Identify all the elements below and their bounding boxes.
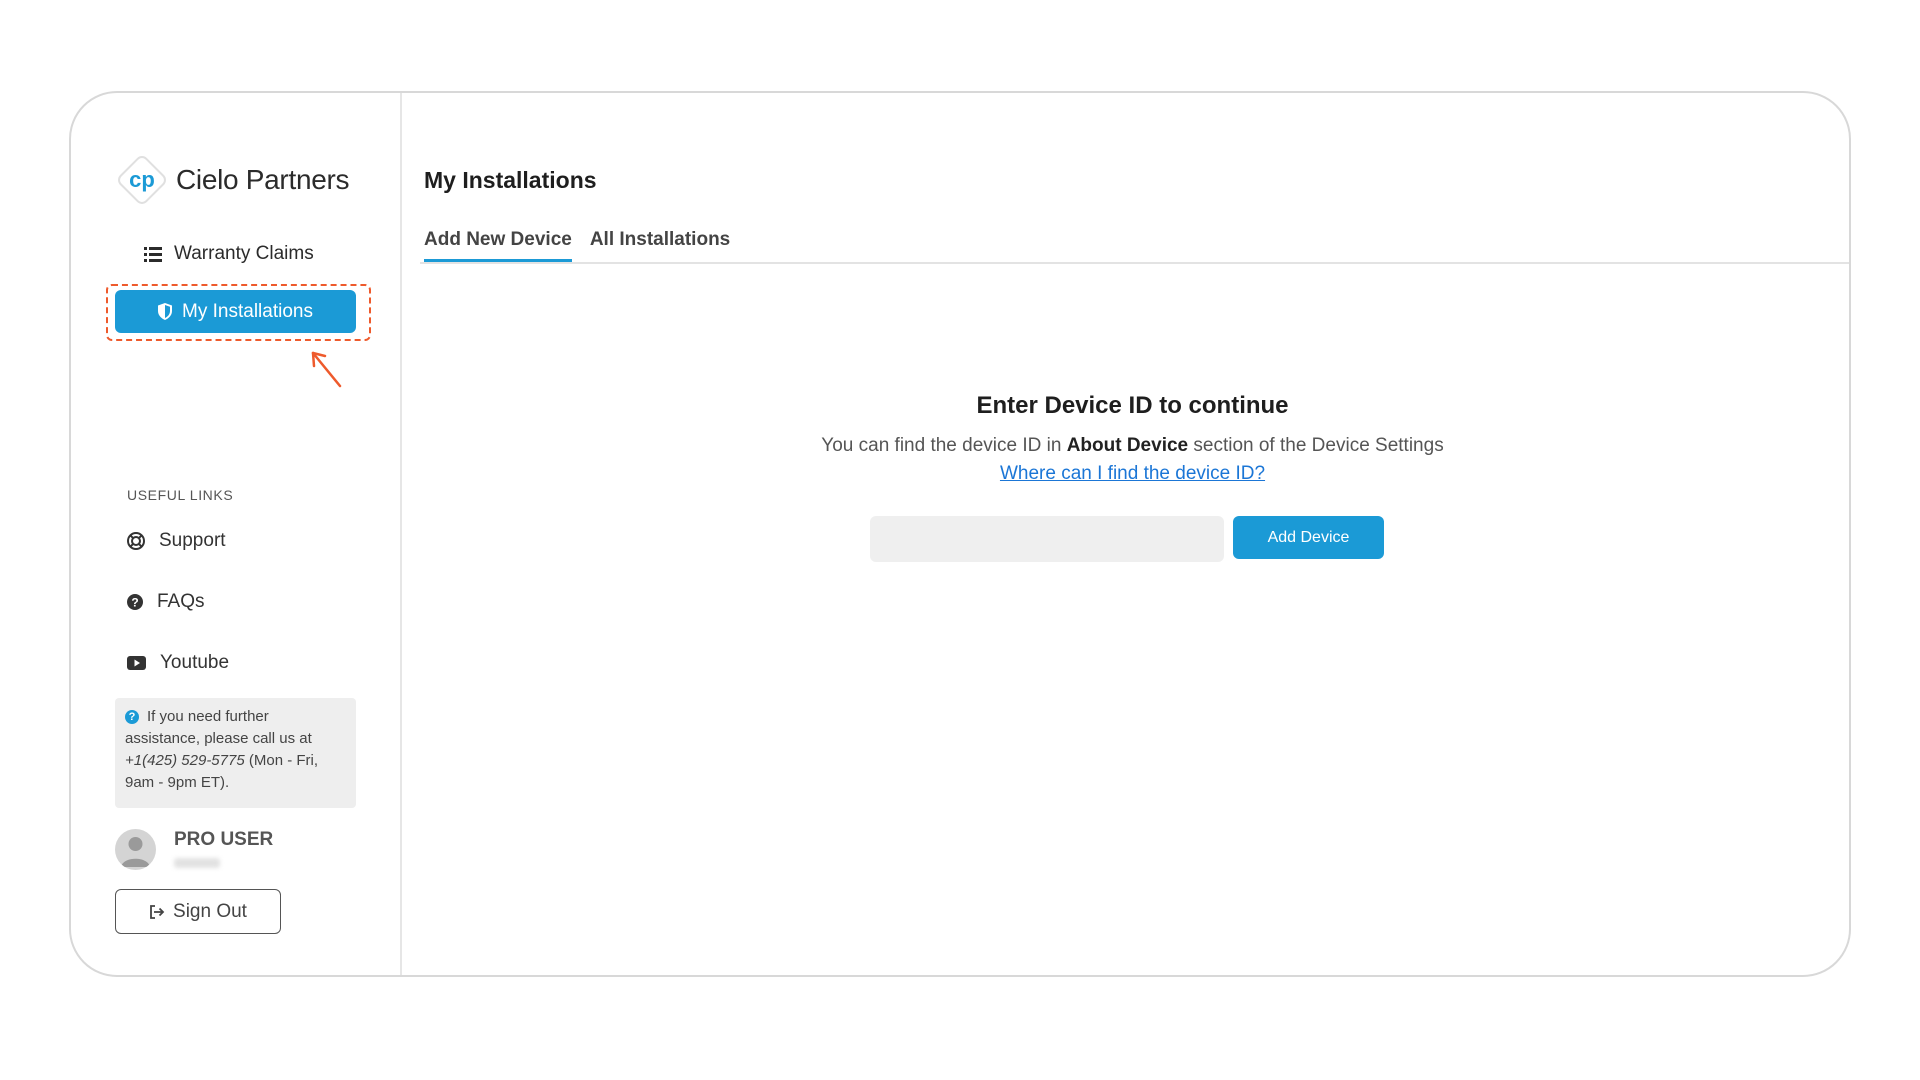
shield-icon: [158, 303, 173, 320]
list-icon: [144, 246, 162, 262]
user-subtitle-redacted: [174, 858, 220, 868]
link-support[interactable]: Support: [127, 530, 226, 552]
link-label: Youtube: [160, 652, 230, 673]
question-circle-icon: ?: [127, 594, 143, 610]
tab-add-new-device[interactable]: Add New Device: [424, 229, 572, 262]
sidebar-item-label: Warranty Claims: [174, 243, 314, 264]
sidebar-item-warranty-claims[interactable]: Warranty Claims: [144, 243, 314, 265]
sidebar-item-label: My Installations: [182, 300, 313, 322]
youtube-icon: [127, 656, 146, 670]
help-link-row: Where can I find the device ID?: [404, 463, 1849, 485]
prompt-description: You can find the device ID in About Devi…: [404, 435, 1849, 457]
sign-out-button[interactable]: Sign Out: [115, 889, 281, 934]
sign-out-label: Sign Out: [173, 900, 247, 922]
device-id-input[interactable]: [870, 516, 1224, 562]
tab-bar: Add New Device All Installations: [424, 229, 730, 262]
tab-all-installations[interactable]: All Installations: [590, 229, 730, 262]
help-text-before: If you need further assistance, please c…: [125, 708, 312, 747]
main-content: My Installations Add New Device All Inst…: [404, 93, 1849, 975]
brand-logo[interactable]: cp Cielo Partners: [116, 154, 350, 206]
prompt-title: Enter Device ID to continue: [976, 392, 1289, 419]
page-title: My Installations: [424, 167, 597, 193]
prompt-desc-after: section of the Device Settings: [1188, 435, 1444, 456]
prompt-desc-before: You can find the device ID in: [821, 435, 1067, 456]
svg-text:cp: cp: [129, 167, 155, 192]
brand-name: Cielo Partners: [176, 164, 350, 195]
user-silhouette-icon: [121, 837, 150, 867]
cielo-logo-icon: cp: [118, 156, 166, 204]
info-question-icon: ?: [125, 710, 139, 724]
link-label: FAQs: [157, 591, 205, 612]
link-youtube[interactable]: Youtube: [127, 652, 229, 674]
help-phone[interactable]: +1(425) 529-5775: [125, 752, 245, 769]
link-label: Support: [159, 530, 226, 551]
user-name: PRO USER: [174, 829, 274, 850]
useful-links-heading: USEFUL LINKS: [127, 487, 234, 503]
lifebuoy-icon: [127, 532, 145, 550]
add-device-button[interactable]: Add Device: [1233, 516, 1384, 559]
svg-text:?: ?: [131, 596, 138, 610]
app-window: cp Cielo Partners Warranty Claims My Ins…: [69, 91, 1851, 977]
avatar: [115, 829, 156, 870]
help-info-box: ? If you need further assistance, please …: [115, 698, 356, 808]
prompt-desc-bold: About Device: [1066, 435, 1189, 456]
sign-out-icon: [150, 904, 165, 919]
sidebar-item-my-installations[interactable]: My Installations: [115, 290, 356, 333]
find-device-id-link[interactable]: Where can I find the device ID?: [1000, 463, 1265, 484]
tabs-divider: [420, 262, 1849, 264]
annotation-arrow-icon: [311, 351, 342, 388]
link-faqs[interactable]: ? FAQs: [127, 591, 205, 613]
sidebar: cp Cielo Partners Warranty Claims My Ins…: [71, 93, 402, 975]
